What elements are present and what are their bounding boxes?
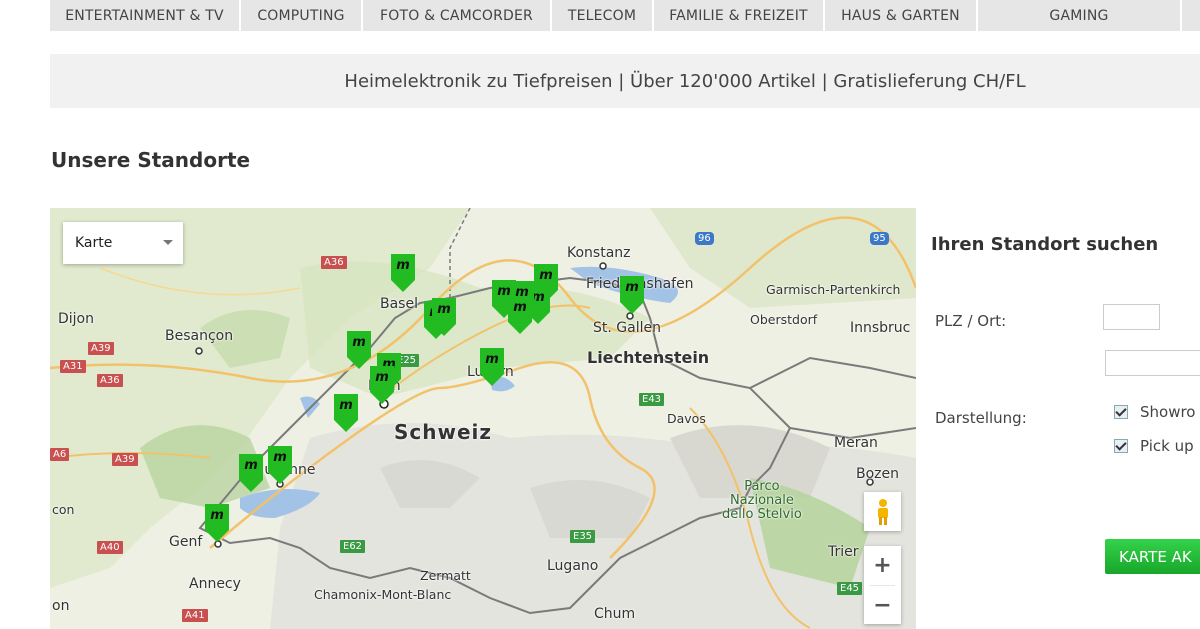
map-label-annecy: Annecy — [189, 576, 241, 592]
zoom-in-button[interactable]: + — [864, 546, 901, 585]
nav-item-entertainment-tv[interactable]: ENTERTAINMENT & TV — [50, 0, 241, 31]
road-shield-a6: A6 — [50, 448, 70, 461]
map-label-konstanz: Konstanz — [567, 245, 631, 261]
location-search-panel: Ihren Standort suchen PLZ / Ort: Darstel… — [924, 208, 1200, 629]
display-label: Darstellung: — [935, 409, 1027, 427]
zoom-out-button[interactable]: − — [864, 586, 901, 625]
map-label-lugano: Lugano — [547, 558, 599, 574]
store-marker-yverdon[interactable]: m — [239, 454, 263, 492]
road-shield-a31: A31 — [60, 360, 86, 373]
map-label-basel: Basel — [380, 296, 418, 312]
map-label-parco-stelvio: Parco Nazionale dello Stelvio — [722, 479, 802, 522]
road-shield-95: 95 — [870, 232, 889, 245]
map-label-innsbruck: Innsbruc — [850, 320, 911, 336]
store-marker-lausanne[interactable]: m — [268, 446, 292, 484]
chevron-down-icon — [163, 240, 173, 245]
map-label-schweiz: Schweiz — [394, 420, 493, 444]
map-label-chum: Chum — [594, 606, 636, 622]
promo-banner-text: Heimelektronik zu Tiefpreisen | Über 120… — [344, 70, 1026, 92]
promo-banner: Heimelektronik zu Tiefpreisen | Über 120… — [50, 54, 1200, 108]
store-map[interactable]: Schweiz Liechtenstein Konstanz Friedrich… — [50, 208, 916, 629]
map-label-trier: Trier — [828, 544, 859, 560]
map-label-on: on — [52, 598, 70, 614]
map-label-besancon: Besançon — [165, 328, 234, 344]
road-shield-e62: E62 — [340, 540, 366, 553]
road-shield-a39b: A39 — [112, 453, 138, 466]
nav-item-foto-camcorder[interactable]: FOTO & CAMCORDER — [363, 0, 552, 31]
pegman-icon — [877, 498, 888, 525]
road-shield-a39: A39 — [88, 342, 114, 355]
map-label-con: con — [52, 502, 75, 517]
map-label-genf: Genf — [169, 534, 203, 550]
nav-item-haus-garten[interactable]: HAUS & GARTEN — [825, 0, 978, 31]
checkbox-checked-icon[interactable] — [1114, 405, 1128, 419]
store-marker-dietikon[interactable]: m — [508, 296, 532, 334]
nav-item-more[interactable] — [1182, 0, 1200, 31]
street-view-button[interactable] — [864, 492, 901, 531]
nav-item-familie-freizeit[interactable]: FAMILIE & FREIZEIT — [654, 0, 825, 31]
map-label-st-gallen: St. Gallen — [593, 320, 661, 336]
map-type-value: Karte — [75, 235, 113, 251]
map-label-liechtenstein: Liechtenstein — [587, 348, 710, 367]
map-terrain — [50, 208, 916, 629]
map-label-oberstdorf: Oberstdorf — [750, 312, 818, 327]
road-shield-a36: A36 — [321, 256, 347, 269]
nav-item-computing[interactable]: COMPUTING — [241, 0, 363, 31]
plz-label: PLZ / Ort: — [935, 312, 1007, 330]
store-marker-basel[interactable]: m — [391, 254, 415, 292]
store-marker-bern[interactable]: m — [370, 366, 394, 404]
showroom-label: Showro — [1140, 403, 1196, 421]
zoom-control: + − — [864, 546, 901, 624]
map-type-select[interactable]: Karte — [63, 222, 183, 264]
road-shield-a36-left: A36 — [97, 374, 123, 387]
nav-item-gaming[interactable]: GAMING — [978, 0, 1182, 31]
road-shield-a41: A41 — [182, 609, 208, 622]
road-shield-e35: E35 — [570, 530, 596, 543]
map-label-zermatt: Zermatt — [420, 568, 471, 583]
store-marker-fribourg[interactable]: m — [334, 394, 358, 432]
ort-input[interactable] — [1105, 350, 1200, 376]
location-search-title: Ihren Standort suchen — [931, 234, 1159, 255]
road-shield-96: 96 — [695, 232, 714, 245]
pickup-checkbox[interactable]: Pick up — [1114, 437, 1194, 455]
nav-item-telecom[interactable]: TELECOM — [552, 0, 654, 31]
map-label-garmisch: Garmisch-Partenkirch — [766, 282, 901, 297]
store-marker-liestal[interactable]: m — [432, 298, 456, 336]
showroom-checkbox[interactable]: Showro — [1114, 403, 1196, 421]
plz-input[interactable] — [1103, 304, 1160, 330]
road-shield-a40: A40 — [97, 541, 123, 554]
category-nav: ENTERTAINMENT & TV COMPUTING FOTO & CAMC… — [50, 0, 1200, 31]
store-marker-solothurn[interactable]: m — [347, 331, 371, 369]
map-label-dijon: Dijon — [58, 311, 94, 327]
store-marker-st-gallen[interactable]: m — [620, 276, 644, 314]
store-marker-genf[interactable]: m — [205, 504, 229, 542]
map-label-davos: Davos — [667, 411, 706, 426]
store-marker-luzern[interactable]: m — [480, 348, 504, 386]
road-shield-e45: E45 — [837, 582, 863, 595]
page-title: Unsere Standorte — [51, 148, 251, 172]
checkbox-checked-icon[interactable] — [1114, 439, 1128, 453]
road-shield-e43: E43 — [639, 393, 665, 406]
update-map-button[interactable]: KARTE AK — [1105, 539, 1200, 574]
map-label-bozen: Bozen — [856, 466, 900, 482]
pickup-label: Pick up — [1140, 437, 1194, 455]
map-label-chamonix: Chamonix-Mont-Blanc — [314, 587, 452, 602]
map-label-meran: Meran — [834, 435, 878, 451]
